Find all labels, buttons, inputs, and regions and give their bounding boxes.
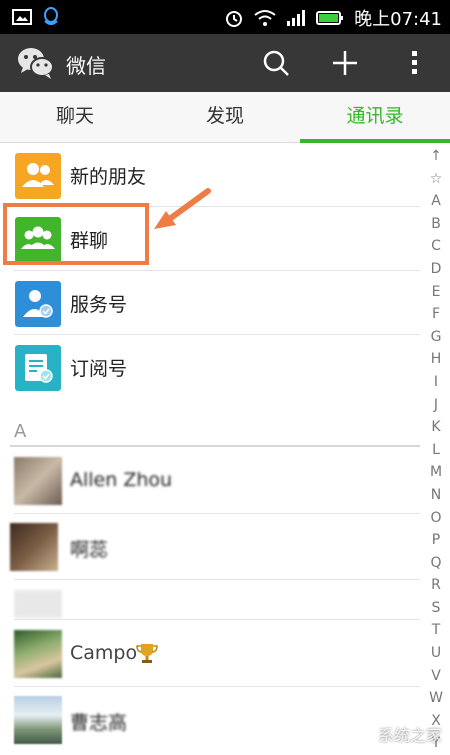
search-button[interactable] [258, 45, 294, 81]
divider [14, 619, 420, 620]
user-add-icon [15, 153, 61, 199]
contact-row[interactable] [0, 580, 420, 620]
plus-icon [333, 51, 357, 75]
contact-row[interactable]: 啊蕊 [0, 514, 420, 580]
section-letter: A [14, 421, 27, 442]
service-accounts-item[interactable]: 服务号 [0, 271, 420, 335]
index-letter[interactable]: F [432, 303, 440, 326]
highlight-box [3, 203, 149, 265]
avatar [14, 457, 62, 505]
avatar [14, 590, 62, 618]
contact-name: 曹志高 [70, 712, 128, 734]
section-header-a: A [0, 417, 420, 447]
battery-icon [316, 11, 344, 25]
tab-discover[interactable]: 发现 [150, 92, 300, 142]
subscriptions-item[interactable]: 订阅号 [0, 335, 420, 399]
signal-icon [287, 10, 306, 26]
tab-chats[interactable]: 聊天 [0, 92, 150, 142]
index-letter[interactable]: U [431, 642, 441, 665]
contact-name: Allen Zhou [70, 469, 173, 491]
contact-name: Campo [70, 642, 138, 664]
index-letter[interactable]: N [431, 484, 441, 507]
index-letter[interactable]: E [432, 281, 441, 304]
search-icon [263, 50, 289, 76]
menu-item-label: 新的朋友 [70, 166, 147, 188]
index-letter[interactable]: I [434, 371, 438, 394]
avatar [14, 630, 62, 678]
menu-item-label: 服务号 [70, 294, 128, 316]
more-vertical-icon [412, 51, 417, 74]
index-letter[interactable]: K [431, 416, 440, 439]
trophy-icon [136, 644, 158, 663]
index-letter[interactable]: C [431, 235, 441, 258]
index-letter[interactable]: M [430, 461, 442, 484]
index-letter[interactable]: A [431, 190, 441, 213]
service-account-icon [15, 281, 61, 327]
add-button[interactable] [327, 45, 363, 81]
index-letter[interactable]: S [432, 597, 441, 620]
clock-time: 晚上07:41 [354, 9, 442, 30]
index-letter[interactable]: G [431, 326, 442, 349]
index-letter[interactable]: Q [430, 552, 441, 575]
tab-contacts[interactable]: 通讯录 [300, 92, 450, 143]
index-letter[interactable]: T [432, 619, 441, 642]
index-letter[interactable]: W [429, 687, 443, 710]
subscription-icon [15, 345, 61, 391]
index-letter[interactable]: P [432, 529, 440, 552]
alphabet-index-bar[interactable]: ↑ ☆ A B C D E F G H I J K L M N O P Q R S T U V W X Y [424, 145, 448, 751]
alarm-icon [226, 11, 243, 27]
watermark: 系统之家 [377, 726, 442, 745]
contact-row[interactable]: Campo [0, 621, 420, 687]
contact-name: 啊蕊 [70, 539, 109, 561]
contact-row[interactable]: 曹志高 [0, 687, 420, 753]
menu-item-label: 订阅号 [70, 358, 128, 380]
tab-bar: 聊天 发现 通讯录 [0, 92, 450, 143]
contact-row[interactable]: Allen Zhou [0, 448, 420, 514]
app-bar: 微信 [0, 34, 450, 92]
pointer-arrow-icon [154, 188, 211, 229]
index-letter[interactable]: V [431, 665, 441, 688]
more-button[interactable] [396, 45, 432, 81]
avatar [10, 523, 58, 571]
wechat-logo-icon[interactable] [16, 44, 56, 82]
app-title: 微信 [66, 54, 106, 78]
index-letter[interactable]: ☆ [430, 168, 443, 191]
wifi-icon [254, 10, 276, 26]
index-letter[interactable]: ↑ [430, 145, 442, 168]
gallery-notification-icon [12, 9, 32, 25]
contacts-menu-list: 新的朋友 群聊 服务号 订阅号 [0, 143, 420, 399]
index-letter[interactable]: J [434, 394, 438, 417]
index-letter[interactable]: D [431, 258, 442, 281]
index-letter[interactable]: O [430, 507, 441, 530]
index-letter[interactable]: H [431, 348, 442, 371]
index-letter[interactable]: L [432, 439, 440, 462]
avatar [14, 696, 62, 744]
divider [10, 445, 420, 447]
qq-notification-icon [44, 7, 58, 25]
index-letter[interactable]: R [431, 574, 441, 597]
index-letter[interactable]: B [431, 213, 441, 236]
status-bar: 晚上07:41 [0, 0, 450, 34]
